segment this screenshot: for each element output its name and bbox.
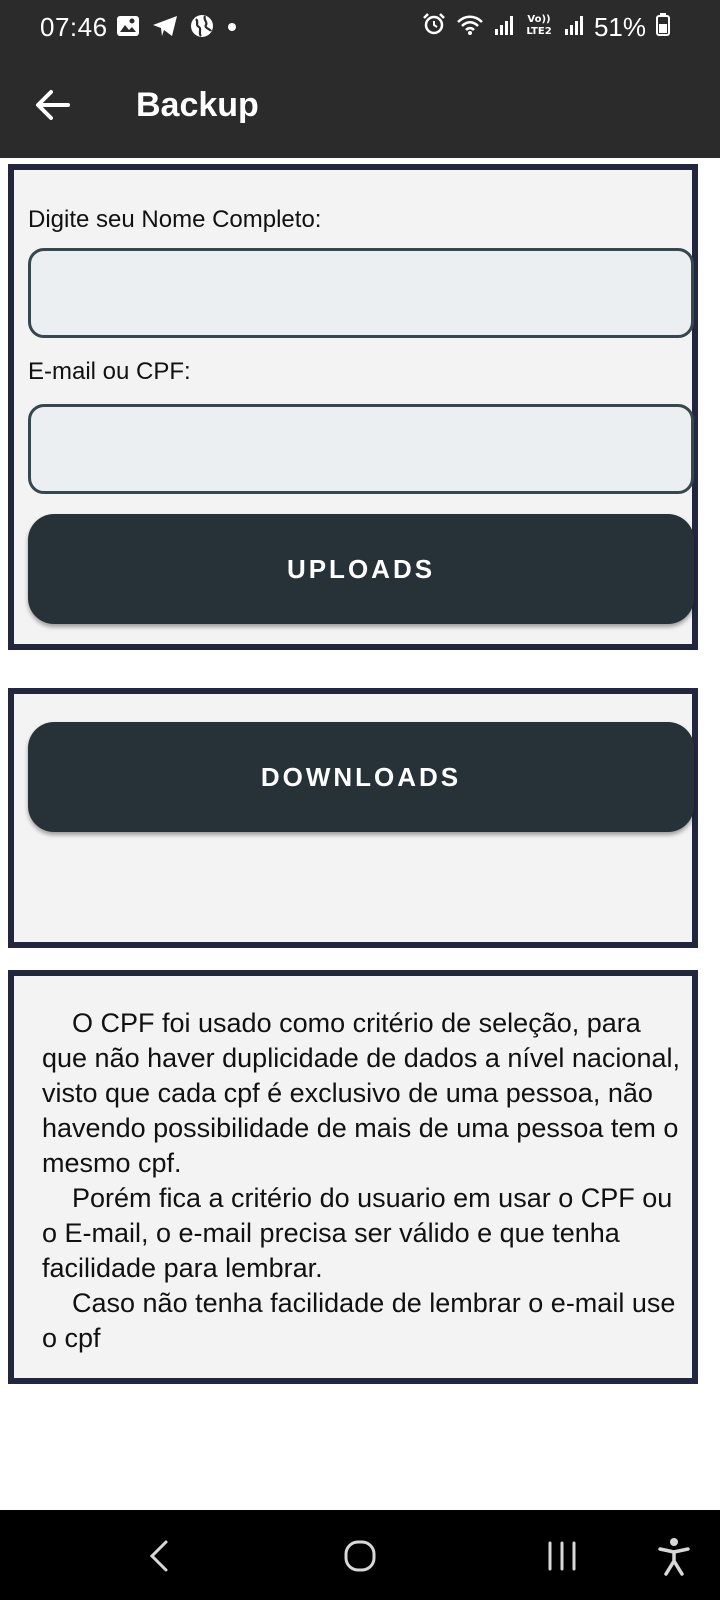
upload-card: Digite seu Nome Completo: E-mail ou CPF:… [8, 164, 698, 650]
info-paragraph: O CPF foi usado como critério de seleção… [42, 1008, 680, 1178]
accessibility-button[interactable] [652, 1534, 696, 1578]
telegram-icon [152, 15, 178, 42]
email-cpf-label: E-mail ou CPF: [28, 358, 191, 385]
volte-icon: Vo)) LTE2 [524, 12, 554, 43]
page-title: Backup [136, 86, 259, 124]
recents-button[interactable] [540, 1534, 584, 1578]
navigation-bar [0, 1510, 720, 1600]
name-label: Digite seu Nome Completo: [28, 206, 322, 233]
wifi-icon [456, 12, 484, 43]
home-icon [344, 1540, 376, 1572]
downloads-button[interactable]: DOWNLOADS [28, 722, 694, 832]
arrow-left-icon [36, 90, 70, 120]
info-text: O CPF foi usado como critério de seleção… [42, 1006, 682, 1356]
uploads-button[interactable]: UPLOADS [28, 514, 694, 624]
alarm-clock-icon [422, 12, 446, 43]
status-system-icons: Vo)) LTE2 51% [422, 12, 670, 43]
download-card: DOWNLOADS [8, 688, 698, 948]
back-button[interactable] [30, 82, 76, 128]
accessibility-icon [658, 1538, 690, 1576]
globe-icon [190, 14, 214, 43]
status-notification-icons [116, 14, 238, 43]
dot-icon [226, 20, 238, 38]
signal-icon [494, 12, 514, 43]
recents-icon [548, 1541, 576, 1571]
nav-back-icon [149, 1540, 168, 1572]
svg-text:LTE2: LTE2 [526, 26, 551, 36]
status-bar: 07:46 Vo)) LTE2 51% [0, 0, 720, 56]
battery-percent: 51% [593, 12, 646, 42]
nav-back-button[interactable] [138, 1534, 182, 1578]
info-card: O CPF foi usado como critério de seleção… [8, 970, 698, 1384]
svg-text:Vo)): Vo)) [527, 14, 550, 25]
gallery-icon [116, 15, 140, 42]
status-time: 07:46 [40, 12, 108, 42]
battery-icon [656, 12, 670, 43]
email-cpf-input[interactable] [28, 404, 694, 494]
app-bar: Backup [0, 56, 720, 158]
info-paragraph: Caso não tenha facilidade de lembrar o e… [42, 1288, 676, 1353]
name-input[interactable] [28, 248, 694, 338]
signal-icon [564, 12, 584, 43]
home-button[interactable] [338, 1534, 382, 1578]
info-paragraph: Porém fica a critério do usuario em usar… [42, 1183, 673, 1283]
